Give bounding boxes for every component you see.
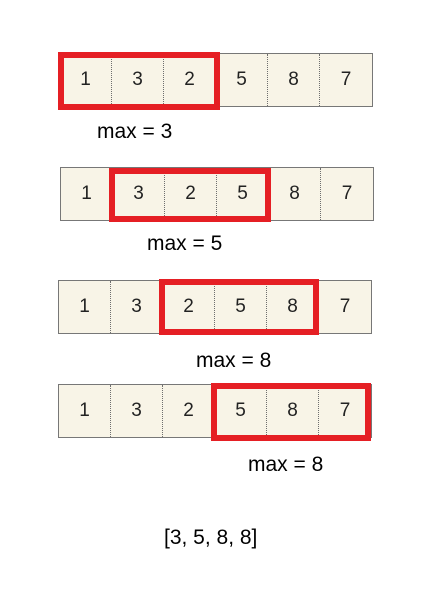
array-cell: 3 bbox=[111, 385, 163, 437]
max-label-4: max = 8 bbox=[248, 453, 324, 476]
array-cell: 5 bbox=[217, 168, 269, 220]
max-label-1: max = 3 bbox=[97, 120, 173, 143]
array-row-2: 1 3 2 5 8 7 bbox=[60, 167, 374, 221]
array-cell: 5 bbox=[215, 281, 267, 333]
result-array: [3, 5, 8, 8] bbox=[164, 526, 258, 549]
array-cell: 3 bbox=[111, 281, 163, 333]
array-cell: 7 bbox=[339, 296, 351, 317]
array-cell: 1 bbox=[60, 54, 112, 106]
array-cell: 8 bbox=[268, 54, 320, 106]
array-row-1: 1 3 2 5 8 7 bbox=[59, 53, 373, 107]
array-cell: 5 bbox=[216, 54, 268, 106]
array-cell: 8 bbox=[269, 168, 321, 220]
max-label-3: max = 8 bbox=[196, 349, 272, 372]
array-cell: 2 bbox=[165, 168, 217, 220]
array-cell: 3 bbox=[113, 168, 165, 220]
array-row-3: 1 3 2 5 8 7 bbox=[58, 280, 372, 334]
max-label-2: max = 5 bbox=[147, 232, 223, 255]
array-cell: 2 bbox=[163, 385, 215, 437]
array-cell: 7 bbox=[341, 183, 353, 204]
array-cell: 1 bbox=[61, 168, 113, 220]
array-cell: 8 bbox=[267, 385, 319, 437]
array-cell: 1 bbox=[59, 281, 111, 333]
sliding-window-diagram: 1 3 2 5 8 7 max = 3 1 3 2 5 8 7 max = 5 … bbox=[0, 0, 423, 611]
array-row-4: 1 3 2 5 8 7 bbox=[58, 384, 372, 438]
array-cell: 7 bbox=[340, 69, 352, 90]
array-cell: 8 bbox=[267, 281, 319, 333]
array-cell: 1 bbox=[59, 385, 111, 437]
array-cell: 2 bbox=[163, 281, 215, 333]
array-cell: 7 bbox=[339, 400, 351, 421]
array-cell: 3 bbox=[112, 54, 164, 106]
array-cell: 2 bbox=[164, 54, 216, 106]
array-cell: 5 bbox=[215, 385, 267, 437]
